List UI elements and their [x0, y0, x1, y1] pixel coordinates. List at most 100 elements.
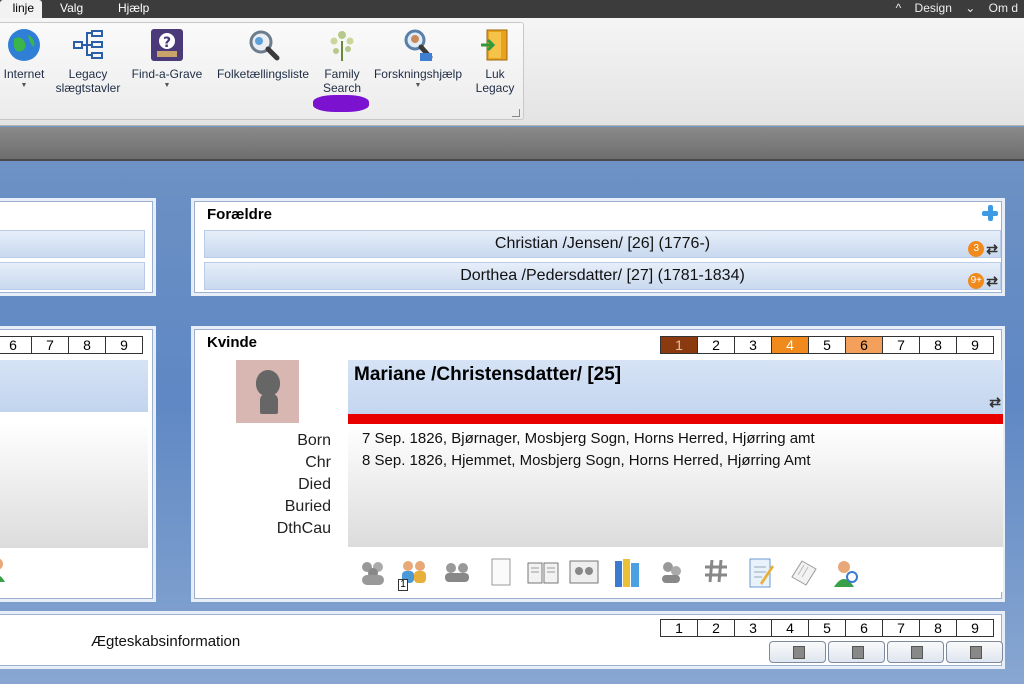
person-tab-3[interactable]: 3 [734, 336, 772, 354]
died-label: Died [298, 476, 331, 493]
person-tab-2[interactable]: 2 [697, 336, 735, 354]
menu-tab-hjaelp[interactable]: Hjælp [118, 0, 149, 18]
marriage-tab-strip: 1 2 3 4 5 6 7 8 9 [660, 619, 994, 637]
notes-icon[interactable] [486, 557, 518, 589]
marriage-tab-8[interactable]: 8 [919, 619, 957, 637]
marriage-panel: Ægteskabsinformation 1 2 3 4 5 6 7 8 9 [0, 614, 1005, 666]
marriage-tab-7[interactable]: 7 [882, 619, 920, 637]
marriage-tab-1[interactable]: 1 [660, 619, 698, 637]
person-icon[interactable] [0, 556, 9, 582]
chr-label: Chr [305, 454, 331, 471]
legacy-charts-button[interactable]: Legacy slægtstavler [52, 27, 124, 95]
collapse-ribbon-icon[interactable]: ^ [896, 1, 902, 15]
note-icon [852, 646, 864, 659]
census-list-label: Folketællingsliste [216, 67, 310, 81]
add-parents-icon[interactable] [981, 204, 999, 222]
hashtag-icon[interactable] [702, 557, 734, 589]
left-person-panel: 6 7 8 9 [0, 329, 153, 599]
close-legacy-label-2: Legacy [475, 81, 515, 95]
person-tab-5[interactable]: 5 [808, 336, 846, 354]
marriage-tab-5[interactable]: 5 [808, 619, 846, 637]
person-tab-1[interactable]: 1 [660, 336, 698, 354]
marriage-tab-9[interactable]: 9 [956, 619, 994, 637]
siblings-icon[interactable] [442, 557, 474, 589]
marriage-document-button[interactable] [887, 641, 944, 663]
person-tab-4[interactable]: 4 [771, 336, 809, 354]
documents-icon[interactable] [788, 557, 820, 589]
person-tab-6[interactable]: 6 [845, 336, 883, 354]
sources-book-icon[interactable] [526, 557, 559, 589]
left-name-area[interactable] [0, 360, 148, 412]
marriage-notes-button[interactable] [828, 641, 885, 663]
marriage-tab-2[interactable]: 2 [697, 619, 735, 637]
person-name: Mariane /Christensdatter/ [25] [354, 364, 622, 385]
pictures-icon[interactable] [568, 557, 600, 589]
left-tab-9[interactable]: 9 [105, 336, 143, 354]
research-help-icon [400, 27, 436, 63]
menu-right: ^ Design ⌄ Om d [886, 0, 1018, 17]
edit-document-icon[interactable] [746, 557, 778, 589]
left-tab-strip: 6 7 8 9 [0, 336, 143, 354]
redaction-mark [313, 95, 369, 112]
close-legacy-button[interactable]: Luk Legacy [470, 27, 520, 95]
book-icon [793, 646, 805, 659]
dropdown-arrow-icon: ▼ [20, 82, 28, 89]
spouses-count-badge: 1 [398, 579, 408, 591]
events-area[interactable]: 7 Sep. 1826, Bjørnager, Mosbjerg Sogn, H… [348, 424, 1003, 546]
left-parent-row-1[interactable] [0, 230, 145, 258]
sex-color-bar [348, 414, 1003, 424]
marriage-tab-6[interactable]: 6 [845, 619, 883, 637]
chr-event[interactable]: 8 Sep. 1826, Hjemmet, Mosbjerg Sogn, Hor… [362, 452, 811, 469]
swap-icon[interactable]: ⇄ [986, 236, 998, 262]
left-parents-panel [0, 201, 153, 293]
left-tab-7[interactable]: 7 [31, 336, 69, 354]
family-group-icon[interactable] [358, 557, 390, 589]
dropdown-arrow-icon: ▼ [414, 82, 422, 89]
find-person-icon[interactable] [830, 557, 862, 589]
mother-row[interactable]: Dorthea /Pedersdatter/ [27] (1781-1834) … [204, 262, 1001, 290]
internet-button[interactable]: Internet ▼ [0, 27, 48, 91]
census-list-button[interactable]: Folketællingsliste [210, 27, 316, 81]
children-count-badge[interactable]: 9+ [968, 273, 985, 289]
menu-tab-valg[interactable]: Valg [60, 0, 83, 18]
person-tab-8[interactable]: 8 [919, 336, 957, 354]
event-labels: Born Chr Died Buried DthCau [255, 430, 331, 540]
marriage-pictures-button[interactable] [946, 641, 1003, 663]
chevron-down-icon[interactable]: ⌄ [965, 1, 975, 15]
design-menu[interactable]: Design [915, 1, 952, 15]
exit-door-icon [477, 27, 513, 63]
avatar[interactable] [236, 360, 299, 423]
gender-title: Kvinde [207, 334, 258, 351]
father-row[interactable]: Christian /Jensen/ [26] (1776-) 3 ⇄ [204, 230, 1001, 258]
left-parent-row-2[interactable] [0, 262, 145, 290]
marriage-info-label[interactable]: Ægteskabsinformation [91, 633, 240, 650]
person-toolbar: 1 [348, 546, 1003, 592]
research-help-label: Forskningshjælp [373, 67, 463, 81]
find-a-grave-button[interactable]: ? Find-a-Grave ▼ [128, 27, 206, 91]
group-launcher-icon[interactable] [512, 109, 520, 117]
born-event[interactable]: 7 Sep. 1826, Bjørnager, Mosbjerg Sogn, H… [362, 430, 815, 447]
person-name-area[interactable]: Mariane /Christensdatter/ [25] ⇄ [348, 360, 1003, 424]
swap-icon[interactable]: ⇄ [989, 394, 1001, 411]
find-a-grave-icon: ? [149, 27, 185, 63]
left-tab-8[interactable]: 8 [68, 336, 106, 354]
library-books-icon[interactable] [612, 557, 644, 589]
left-tab-6[interactable]: 6 [0, 336, 32, 354]
marriage-sources-button[interactable] [769, 641, 826, 663]
about-menu[interactable]: Om d [989, 1, 1018, 15]
children-count-badge[interactable]: 3 [968, 241, 985, 257]
associations-icon[interactable] [658, 557, 690, 589]
family-search-button[interactable]: Family Search [318, 27, 366, 95]
mother-name: Dorthea /Pedersdatter/ [27] (1781-1834) [460, 267, 745, 284]
marriage-button-strip [769, 641, 1005, 663]
person-tab-7[interactable]: 7 [882, 336, 920, 354]
marriage-tab-3[interactable]: 3 [734, 619, 772, 637]
menu-tab-linje[interactable]: linje [0, 0, 42, 18]
parents-panel: Forældre Christian /Jensen/ [26] (1776-)… [194, 201, 1002, 293]
family-search-label-2: Search [322, 81, 362, 95]
legacy-charts-label-2: slægtstavler [55, 81, 121, 95]
swap-icon[interactable]: ⇄ [986, 268, 998, 294]
person-tab-9[interactable]: 9 [956, 336, 994, 354]
marriage-tab-4[interactable]: 4 [771, 619, 809, 637]
research-help-button[interactable]: Forskningshjælp ▼ [368, 27, 468, 91]
